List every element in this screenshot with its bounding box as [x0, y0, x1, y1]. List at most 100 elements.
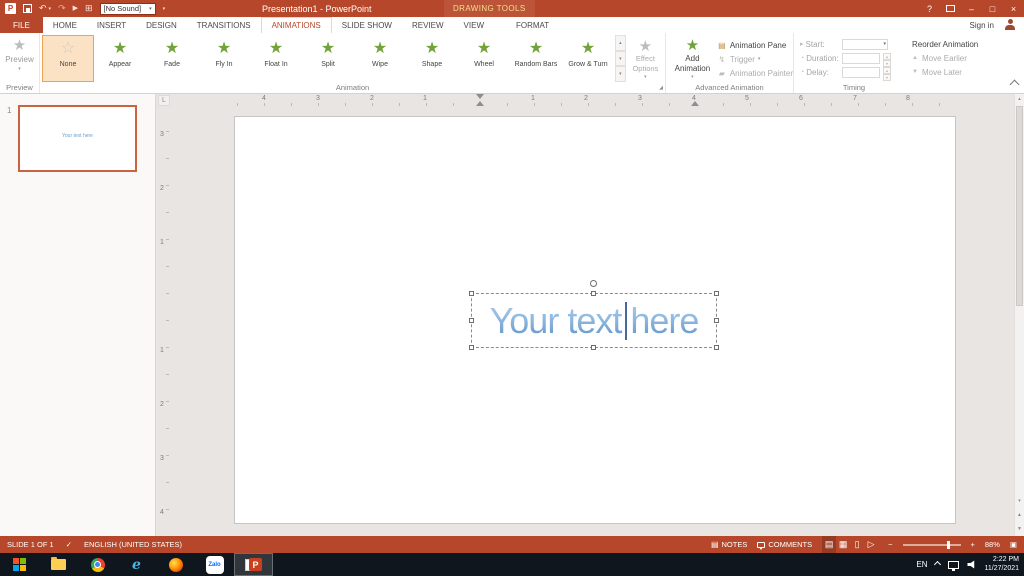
touch-mode-icon[interactable]: ⊞	[85, 4, 93, 13]
text-cursor	[625, 302, 627, 340]
transition-sound-select[interactable]: [No Sound] ▾	[99, 2, 156, 15]
tab-transitions[interactable]: TRANSITIONS	[187, 17, 261, 33]
speaker-icon[interactable]	[967, 560, 975, 569]
animation-shape[interactable]: ★ Shape	[406, 35, 458, 82]
add-animation-button[interactable]: ★ Add Animation ▾	[670, 36, 715, 80]
powerpoint-icon: P	[249, 558, 262, 571]
scrollbar-thumb[interactable]	[1016, 106, 1023, 306]
animation-fly-in[interactable]: ★ Fly In	[198, 35, 250, 82]
animation-fade[interactable]: ★ Fade	[146, 35, 198, 82]
duration-label: Duration:	[806, 53, 839, 63]
duration-input[interactable]	[842, 52, 880, 64]
delay-input[interactable]	[842, 66, 880, 78]
tab-insert[interactable]: INSERT	[87, 17, 136, 33]
zoom-in-button[interactable]: +	[971, 540, 975, 549]
close-button[interactable]: ×	[1003, 0, 1024, 17]
slide-canvas[interactable]: Your text here	[235, 117, 955, 523]
user-avatar-icon[interactable]	[1004, 19, 1016, 31]
undo-icon[interactable]: ↶	[39, 4, 47, 13]
network-icon[interactable]	[948, 560, 960, 571]
start-button[interactable]	[0, 553, 39, 576]
slideshow-view-button[interactable]: ▷	[864, 536, 878, 553]
animation-dialog-launcher[interactable]: ◢	[659, 85, 663, 91]
right-indent-marker[interactable]	[691, 101, 699, 106]
start-dropdown[interactable]: ▾	[842, 38, 888, 50]
ribbon-display-options-button[interactable]	[940, 0, 961, 17]
undo-caret-icon[interactable]: ▾	[49, 6, 52, 12]
tab-format[interactable]: FORMAT	[506, 17, 559, 33]
zoom-slider[interactable]	[902, 540, 961, 549]
animation-wheel[interactable]: ★ Wheel	[458, 35, 510, 82]
redo-icon[interactable]: ↷	[58, 4, 66, 13]
tab-slide-show[interactable]: SLIDE SHOW	[332, 17, 402, 33]
gallery-more-button[interactable]: ▾	[615, 66, 626, 83]
gallery-scroll-up-button[interactable]: ▴	[615, 35, 626, 51]
notes-button[interactable]: ▤ NOTES	[711, 540, 747, 549]
comments-button[interactable]: COMMENTS	[757, 540, 812, 550]
animation-appear[interactable]: ★ Appear	[94, 35, 146, 82]
start-slideshow-icon[interactable]: ▶	[73, 5, 78, 12]
vertical-scrollbar[interactable]: ▴ ▾ ▲ ▼	[1014, 94, 1024, 536]
animation-pane-button[interactable]: ▤ Animation Pane	[717, 38, 793, 52]
effect-options-button[interactable]: ★ Effect Options ▾	[626, 33, 665, 82]
move-later-button[interactable]: ▼ Move Later	[912, 65, 978, 79]
duration-spinner[interactable]: ▴ ▾	[883, 52, 891, 67]
minimize-button[interactable]: –	[961, 0, 982, 17]
chrome-button[interactable]	[78, 553, 117, 576]
add-animation-label: Animation	[674, 64, 711, 73]
tab-stop-selector[interactable]: L	[158, 95, 170, 106]
spell-check-icon[interactable]: ✓	[66, 540, 72, 549]
move-earlier-button[interactable]: ▲ Move Earlier	[912, 51, 978, 65]
first-line-indent-marker[interactable]	[476, 94, 484, 99]
animation-grow-turn[interactable]: ★ Grow & Turn	[562, 35, 614, 82]
text-box[interactable]: Your text here	[469, 280, 719, 350]
show-hidden-icons-button[interactable]	[934, 560, 942, 569]
preview-button[interactable]: ★ Preview ▾	[0, 33, 39, 72]
normal-view-button[interactable]: ▤	[822, 536, 837, 553]
tab-design[interactable]: DESIGN	[136, 17, 187, 33]
sign-in-link[interactable]: Sign in	[970, 17, 994, 33]
tab-animations[interactable]: ANIMATIONS	[260, 17, 332, 33]
animation-wipe[interactable]: ★ Wipe	[354, 35, 406, 82]
tab-review[interactable]: REVIEW	[402, 17, 454, 33]
slide-sorter-view-button[interactable]: ▦	[836, 536, 850, 553]
scrollbar-down-icon[interactable]: ▾	[1015, 498, 1024, 504]
zoom-out-button[interactable]: −	[888, 540, 892, 549]
reading-view-button[interactable]: ▯	[850, 536, 864, 553]
zoom-level[interactable]: 88%	[985, 540, 1000, 549]
fit-slide-button[interactable]: ▣	[1010, 540, 1017, 549]
next-slide-button[interactable]: ▼	[1015, 526, 1024, 532]
internet-explorer-button[interactable]: e	[117, 553, 156, 576]
help-button[interactable]: ?	[919, 0, 940, 17]
tab-home[interactable]: HOME	[43, 17, 87, 33]
collapse-ribbon-button[interactable]	[1009, 79, 1020, 90]
powerpoint-taskbar-button[interactable]: P	[234, 553, 273, 576]
file-explorer-button[interactable]	[39, 553, 78, 576]
maximize-button[interactable]: □	[982, 0, 1003, 17]
taskbar-clock[interactable]: 2:22 PM 11/27/2021	[984, 556, 1019, 573]
delay-spinner[interactable]: ▴ ▾	[883, 66, 891, 81]
slide-1-thumbnail[interactable]: Your text here	[18, 105, 137, 172]
language-badge[interactable]: EN	[916, 560, 927, 569]
animation-painter-button[interactable]: ▰ Animation Painter	[717, 66, 793, 80]
tab-view[interactable]: VIEW	[454, 17, 494, 33]
hanging-indent-marker[interactable]	[476, 101, 484, 106]
animation-split[interactable]: ★ Split	[302, 35, 354, 82]
slide-text[interactable]: Your text here	[472, 294, 716, 347]
scrollbar-up-icon[interactable]: ▴	[1015, 96, 1024, 102]
zalo-button[interactable]: Zalo	[195, 553, 234, 576]
animation-float-in[interactable]: ★ Float In	[250, 35, 302, 82]
gallery-scroll-down-button[interactable]: ▾	[615, 50, 626, 67]
customize-qat-caret-icon[interactable]: ▾	[163, 6, 166, 12]
animation-none[interactable]: ☆ None	[42, 35, 94, 82]
firefox-button[interactable]	[156, 553, 195, 576]
animation-random-bars[interactable]: ★ Random Bars	[510, 35, 562, 82]
language-indicator[interactable]: ENGLISH (UNITED STATES)	[84, 540, 182, 549]
slide-indicator[interactable]: SLIDE 1 OF 1	[7, 540, 54, 549]
save-icon[interactable]	[23, 4, 32, 13]
previous-slide-button[interactable]: ▲	[1015, 512, 1024, 518]
rotation-handle[interactable]	[590, 280, 597, 287]
tab-file[interactable]: FILE	[0, 17, 43, 33]
trigger-button[interactable]: ↯ Trigger ▾	[717, 52, 793, 66]
zoom-slider-thumb[interactable]	[946, 540, 950, 549]
